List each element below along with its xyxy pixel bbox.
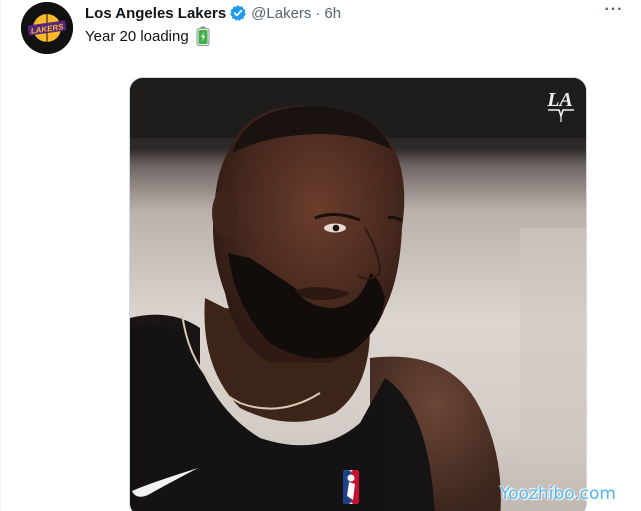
user-handle[interactable]: @Lakers bbox=[251, 5, 311, 22]
tweet-media[interactable]: LA bbox=[129, 77, 587, 511]
watermark: Yoozhibo.com bbox=[500, 484, 616, 504]
la-logo-text: LA bbox=[546, 89, 573, 111]
tweet-header: Los Angeles Lakers @Lakers · 6h bbox=[85, 3, 341, 23]
avatar[interactable]: LAKERS bbox=[21, 2, 73, 54]
player-photo bbox=[130, 78, 586, 511]
la-logo-icon: LA bbox=[546, 89, 574, 122]
verified-badge-icon bbox=[229, 4, 247, 22]
tweet-text: Year 20 loading bbox=[85, 26, 210, 46]
battery-icon bbox=[196, 26, 210, 46]
tweet[interactable]: LAKERS Los Angeles Lakers @Lakers · 6h ·… bbox=[0, 0, 641, 511]
lakers-logo-icon: LAKERS bbox=[21, 2, 73, 54]
tweet-timestamp[interactable]: 6h bbox=[324, 5, 341, 22]
display-name[interactable]: Los Angeles Lakers bbox=[85, 5, 226, 22]
more-options-icon[interactable]: ··· bbox=[599, 2, 629, 24]
header-separator: · bbox=[315, 4, 321, 22]
tweet-text-content: Year 20 loading bbox=[85, 27, 189, 45]
